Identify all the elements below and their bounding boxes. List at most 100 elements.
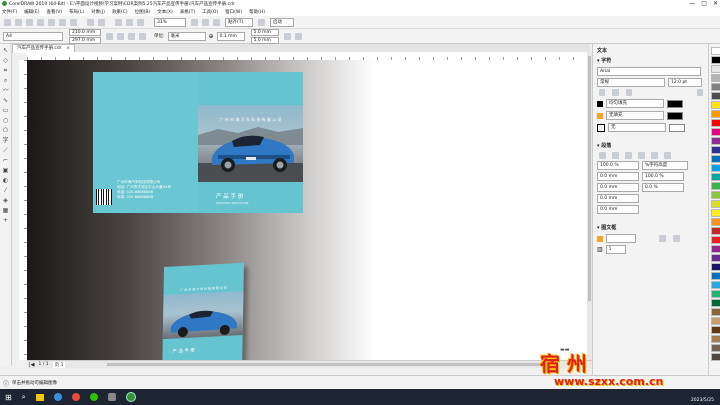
color-eyedropper-icon[interactable]: ⁄: [2, 187, 9, 194]
close-button[interactable]: ✕: [713, 0, 718, 7]
parallel-dimension-icon[interactable]: ⟋: [2, 147, 9, 154]
menu-bitmaps[interactable]: 位图(B): [135, 9, 151, 15]
show-grid-icon[interactable]: [213, 18, 220, 26]
full-screen-icon[interactable]: [191, 18, 198, 26]
palette-swatch[interactable]: [711, 83, 720, 91]
bold-icon[interactable]: [599, 89, 606, 96]
palette-swatch[interactable]: [711, 47, 720, 55]
current-page-icon[interactable]: [139, 32, 146, 40]
palette-swatch[interactable]: [711, 56, 720, 64]
first-line-indent-field[interactable]: 0.0 mm: [597, 183, 639, 192]
connector-tool-icon[interactable]: ⌐: [2, 157, 9, 164]
font-style-select[interactable]: 常规: [597, 78, 665, 87]
text-direction-icon[interactable]: [673, 235, 680, 242]
align-left-icon[interactable]: [612, 152, 619, 159]
text-fill-select[interactable]: 均匀填充: [606, 99, 664, 108]
palette-swatch[interactable]: [711, 191, 720, 199]
smart-fill-icon[interactable]: ▦: [2, 207, 9, 214]
page-height-field[interactable]: 297.0 mm: [69, 36, 101, 44]
right-indent-field[interactable]: 0.0 mm: [597, 194, 639, 203]
drawing-canvas[interactable]: 广州市海汽车科技有限公司 地址: 广州市天河区中山大道XX号 电话: 020-8…: [27, 60, 587, 360]
cut-icon[interactable]: [48, 18, 55, 26]
palette-swatch[interactable]: [711, 137, 720, 145]
duplicate-y-field[interactable]: 5.0 mm: [250, 36, 279, 44]
page-tab[interactable]: 页 1: [52, 361, 66, 368]
search-icon[interactable]: ⌕: [22, 393, 26, 402]
palette-swatch[interactable]: [711, 317, 720, 325]
close-tab-icon[interactable]: ×: [66, 46, 70, 51]
wechat-icon[interactable]: [89, 393, 98, 401]
redo-icon[interactable]: [98, 18, 105, 26]
spacing-unit-select[interactable]: %字符高度: [642, 161, 688, 170]
palette-swatch[interactable]: [711, 110, 720, 118]
palette-swatch[interactable]: [711, 119, 720, 127]
portrait-icon[interactable]: [106, 32, 113, 40]
freehand-tool-icon[interactable]: 〰: [2, 87, 9, 94]
add-tool-icon[interactable]: +: [2, 217, 9, 224]
palette-swatch[interactable]: [711, 245, 720, 253]
palette-swatch[interactable]: [711, 263, 720, 271]
ellipse-tool-icon[interactable]: ○: [2, 117, 9, 124]
palette-swatch[interactable]: [711, 254, 720, 262]
page-width-field[interactable]: 210.0 mm: [69, 28, 101, 36]
file-explorer-icon[interactable]: [35, 393, 44, 401]
front-cover[interactable]: 广 州 市 海 汽 车 科 技 有 限 公 司 产 品 手 册 PRODUCT …: [198, 72, 303, 213]
palette-swatch[interactable]: [711, 281, 720, 289]
align-justify-icon[interactable]: [651, 152, 658, 159]
new-document-icon[interactable]: [4, 18, 11, 26]
book-mockup[interactable]: 广 州 市 海 汽 车 科 技 有 限 公 司 产 品 手 册: [162, 262, 244, 360]
menu-effects[interactable]: 效果(C): [112, 9, 128, 15]
palette-swatch[interactable]: [711, 227, 720, 235]
copy-icon[interactable]: [59, 18, 66, 26]
media-icon[interactable]: [107, 393, 116, 401]
palette-swatch[interactable]: [711, 353, 720, 361]
palette-swatch[interactable]: [711, 155, 720, 163]
palette-swatch[interactable]: [711, 182, 720, 190]
left-indent-field[interactable]: 0.0 mm: [597, 172, 639, 181]
menu-help[interactable]: 帮助(H): [249, 9, 265, 15]
palette-swatch[interactable]: [711, 65, 720, 73]
polygon-tool-icon[interactable]: ⬠: [2, 127, 9, 134]
drop-shadow-icon[interactable]: ▣: [2, 167, 9, 174]
crop-tool-icon[interactable]: ⌗: [2, 67, 9, 74]
font-select[interactable]: Arial: [597, 67, 701, 76]
outline-select[interactable]: 无: [608, 123, 666, 132]
alignment-icon[interactable]: [696, 89, 703, 96]
first-page-icon[interactable]: |◀: [29, 362, 35, 368]
align-force-icon[interactable]: [664, 152, 671, 159]
palette-swatch[interactable]: [711, 92, 720, 100]
menu-view[interactable]: 查看(V): [46, 9, 62, 15]
units-select[interactable]: 毫米: [167, 31, 206, 41]
align-right-icon[interactable]: [638, 152, 645, 159]
export-icon[interactable]: [126, 18, 133, 26]
publish-pdf-icon[interactable]: [137, 18, 144, 26]
zoom-tool-icon[interactable]: ⌕: [2, 77, 9, 84]
palette-swatch[interactable]: [711, 299, 720, 307]
coreldraw-taskbar-icon[interactable]: [125, 392, 136, 402]
menu-object[interactable]: 对象(J): [91, 9, 105, 15]
menu-text[interactable]: 文本(X): [157, 9, 173, 15]
palette-swatch[interactable]: [711, 74, 720, 82]
menu-layout[interactable]: 布局(L): [69, 9, 84, 15]
menu-table[interactable]: 表格(T): [180, 9, 195, 15]
add-page-icon[interactable]: [283, 32, 291, 40]
palette-swatch[interactable]: [711, 236, 720, 244]
menu-window[interactable]: 窗口(W): [225, 9, 242, 15]
browser-icon[interactable]: [53, 393, 62, 401]
text-tool-icon[interactable]: 字: [2, 137, 9, 144]
paste-icon[interactable]: [70, 18, 77, 26]
interactive-fill-icon[interactable]: ◈: [2, 197, 9, 204]
vertical-scroll-thumb[interactable]: [588, 56, 591, 301]
snap-to-select[interactable]: 贴齐(T): [225, 17, 253, 27]
all-pages-icon[interactable]: [128, 32, 135, 40]
align-none-icon[interactable]: [599, 152, 606, 159]
palette-swatch[interactable]: [711, 173, 720, 181]
zoom-level-select[interactable]: 31%: [154, 17, 186, 27]
transparency-tool-icon[interactable]: ◐: [2, 177, 9, 184]
back-cover[interactable]: 广州市海汽车科技有限公司 地址: 广州市天河区中山大道XX号 电话: 020-8…: [93, 72, 198, 213]
import-icon[interactable]: [115, 18, 122, 26]
maximize-button[interactable]: □: [701, 0, 707, 7]
shape-tool-icon[interactable]: ◇: [2, 57, 9, 64]
outline-width-swatch[interactable]: [669, 123, 685, 132]
line-spacing-field[interactable]: 100.0 %: [597, 161, 639, 170]
